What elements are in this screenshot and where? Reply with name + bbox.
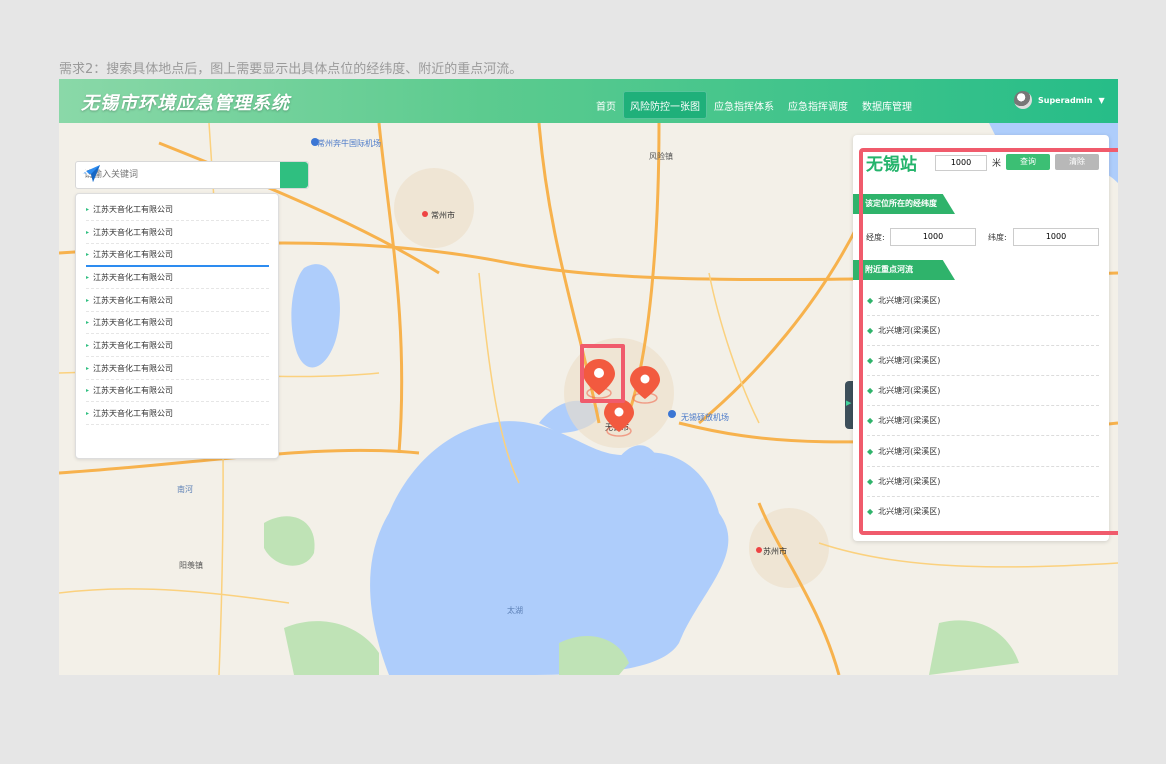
user-name: Superadmin bbox=[1038, 95, 1093, 105]
requirement-note: 需求2：搜索具体地点后，图上需要显示出具体点位的经纬度、附近的重点河流。 bbox=[59, 62, 523, 77]
search-input[interactable] bbox=[82, 169, 280, 181]
map-label-taihu: 太湖 bbox=[507, 605, 523, 615]
map-canvas[interactable]: 常州奔牛国际机场 常州市 无锡硕放机场 无锡市 苏州市 太湖 南河 风险镇 阳羡… bbox=[59, 123, 1118, 675]
app-title: 无锡市环境应急管理系统 bbox=[81, 93, 290, 114]
result-item[interactable]: ▸ 江苏天音化工有限公司 bbox=[86, 334, 269, 357]
result-item[interactable]: ▸ 江苏天音化工有限公司 bbox=[86, 266, 269, 289]
search-bar bbox=[75, 161, 309, 189]
nav-database[interactable]: 数据库管理 bbox=[855, 91, 919, 119]
map-label-wuxi-airport: 无锡硕放机场 bbox=[681, 412, 729, 422]
result-item[interactable]: ▸ 江苏天音化工有限公司 bbox=[86, 221, 269, 244]
nav-dispatch[interactable]: 应急指挥调度 bbox=[781, 91, 855, 119]
result-item[interactable]: ▸ 江苏天音化工有限公司 bbox=[86, 379, 269, 402]
search-icon bbox=[76, 162, 90, 176]
map-label-nanhe: 南河 bbox=[177, 484, 193, 494]
map-label-fenglin: 风险镇 bbox=[649, 151, 673, 161]
top-bar: 无锡市环境应急管理系统 首页 风险防控一张图 应急指挥体系 应急指挥调度 数据库… bbox=[59, 79, 1118, 123]
result-item[interactable]: ▸ 江苏天音化工有限公司 bbox=[86, 357, 269, 380]
selected-pin-highlight bbox=[580, 344, 625, 403]
search-button[interactable] bbox=[76, 162, 308, 188]
main-nav: 首页 风险防控一张图 应急指挥体系 应急指挥调度 数据库管理 bbox=[589, 91, 919, 119]
panel-highlight-frame bbox=[859, 148, 1118, 535]
map-label-changzhou-airport: 常州奔牛国际机场 bbox=[317, 138, 381, 148]
nav-home[interactable]: 首页 bbox=[589, 91, 623, 119]
map-label-changzhou: 常州市 bbox=[431, 210, 455, 220]
result-item[interactable]: ▸ 江苏天音化工有限公司 bbox=[86, 402, 269, 425]
result-item[interactable]: ▸ 江苏天音化工有限公司 bbox=[86, 289, 269, 312]
user-menu[interactable]: Superadmin ▼ bbox=[1014, 91, 1105, 109]
chevron-down-icon: ▼ bbox=[1098, 95, 1105, 105]
map-label-yangxian: 阳羡镇 bbox=[179, 560, 203, 570]
app-window: 无锡市环境应急管理系统 首页 风险防控一张图 应急指挥体系 应急指挥调度 数据库… bbox=[59, 79, 1118, 675]
result-item-selected[interactable]: ▸ 江苏天音化工有限公司 bbox=[86, 243, 269, 267]
map-label-suzhou: 苏州市 bbox=[763, 546, 787, 556]
search-results: ▸ 江苏天音化工有限公司 ▸ 江苏天音化工有限公司 ▸ 江苏天音化工有限公司 ▸ 江苏天… bbox=[75, 193, 279, 459]
panel-collapse-toggle[interactable]: ▶ bbox=[845, 381, 853, 429]
avatar bbox=[1014, 91, 1032, 109]
chevron-right-icon: ▶ bbox=[846, 399, 852, 407]
result-item[interactable]: ▸ 江苏天音化工有限公司 bbox=[86, 198, 269, 221]
result-item[interactable]: ▸ 江苏天音化工有限公司 bbox=[86, 311, 269, 334]
nav-command-system[interactable]: 应急指挥体系 bbox=[707, 91, 781, 119]
nav-risk-map[interactable]: 风险防控一张图 bbox=[623, 91, 707, 119]
